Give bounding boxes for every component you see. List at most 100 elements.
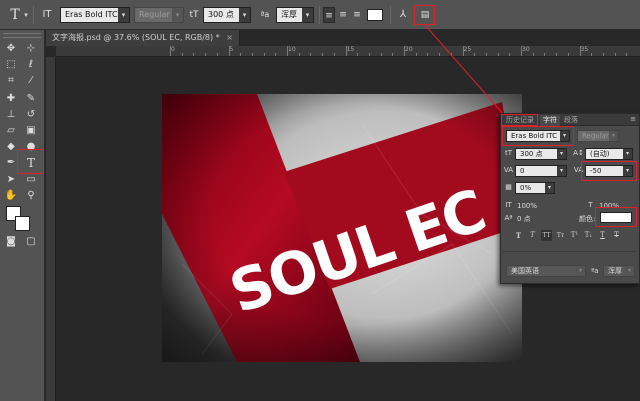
chevron-down-icon: ▾ xyxy=(576,266,585,276)
marquee-tool-icon[interactable]: ⬚ xyxy=(4,58,18,72)
clone-stamp-icon[interactable]: ⊥ xyxy=(4,108,18,122)
chevron-down-icon: ▾ xyxy=(302,8,313,22)
ruler-tick xyxy=(380,53,382,56)
color-label: 颜色: xyxy=(579,215,596,223)
underline-icon[interactable]: T xyxy=(597,230,608,241)
ruler-label: 0 xyxy=(171,46,175,53)
screen-mode-icon[interactable]: ▢ xyxy=(24,235,38,249)
kerning-field[interactable]: 0 ▾ xyxy=(515,165,567,177)
poster-artwork: SOUL EC xyxy=(162,94,522,362)
ruler-tick xyxy=(240,53,242,56)
character-panel: 历史记录 字符 段落 ≡ Eras Bold ITC ▾ Regular ▾ t… xyxy=(500,113,640,284)
divider xyxy=(503,251,637,252)
background-color-swatch[interactable] xyxy=(15,216,30,231)
anti-alias-value: 浑厚 xyxy=(281,10,297,19)
zoom-tool-icon[interactable]: ⚲ xyxy=(24,189,38,203)
rectangle-tool-icon[interactable]: ▭ xyxy=(24,173,38,187)
ruler-tick xyxy=(474,53,476,56)
faux-bold-icon[interactable]: T xyxy=(513,230,524,241)
ruler-tick xyxy=(415,53,417,56)
font-style-value: Regular xyxy=(139,10,170,19)
highlight-color xyxy=(595,207,637,227)
anti-alias-icon: ªa xyxy=(591,267,599,275)
text-orientation-icon[interactable]: IT xyxy=(40,7,54,23)
baseline-shift-icon: Aª xyxy=(504,214,513,222)
baseline-shift-value[interactable]: 0 点 xyxy=(517,214,531,224)
ruler-tick xyxy=(427,53,429,56)
leading-value: (自动) xyxy=(590,150,610,158)
align-right-icon[interactable]: ≡ xyxy=(351,7,363,23)
panel-grip xyxy=(3,33,41,38)
panel-anti-alias-value: 浑厚 xyxy=(608,267,622,275)
font-size-field[interactable]: 300 点 ▾ xyxy=(203,7,251,23)
eraser-tool-icon[interactable]: ▱ xyxy=(4,124,18,138)
ruler-tick xyxy=(322,53,324,56)
text-color-swatch[interactable] xyxy=(367,9,383,21)
artboard-tool-icon[interactable]: ⊹ xyxy=(24,42,38,56)
ruler-tick xyxy=(333,53,335,56)
warp-text-icon[interactable]: ⅄ xyxy=(396,7,410,23)
font-size-icon: tT xyxy=(189,10,199,20)
ruler-tick xyxy=(614,53,616,56)
ruler-tick xyxy=(521,46,522,56)
superscript-icon[interactable]: T¹ xyxy=(569,230,580,241)
ruler-tick xyxy=(579,46,581,56)
ruler-tick xyxy=(404,46,405,56)
ruler-label: 10 xyxy=(288,46,296,53)
panel-anti-alias-select[interactable]: 浑厚 ▾ xyxy=(603,265,635,277)
subscript-icon[interactable]: T₁ xyxy=(583,230,594,241)
crop-tool-icon[interactable]: ⌗ xyxy=(4,74,18,88)
anti-alias-select[interactable]: 浑厚 ▾ xyxy=(276,7,314,23)
language-value: 美国英语 xyxy=(511,267,539,275)
vertical-scale-value[interactable]: 100% xyxy=(517,201,537,211)
ruler-tick xyxy=(216,53,218,56)
pen-tool-icon[interactable]: ✒ xyxy=(4,156,18,170)
chevron-down-icon: ▾ xyxy=(557,166,566,176)
type-tool-icon[interactable]: T xyxy=(8,7,22,23)
ruler-tick xyxy=(462,46,464,56)
path-selection-icon[interactable]: ➤ xyxy=(4,173,18,187)
small-caps-icon[interactable]: Tт xyxy=(555,230,566,241)
vertical-ruler xyxy=(46,57,56,401)
panel-font-size-field[interactable]: 300 点 ▾ xyxy=(515,148,567,160)
quick-mask-icon[interactable]: ◙ xyxy=(4,235,18,249)
ruler-tick xyxy=(567,53,569,56)
document-tab-title: 文字海报.psd @ 37.6% (SOUL EC, RGB/8) * xyxy=(52,33,220,42)
tab-paragraph[interactable]: 段落 xyxy=(561,115,581,126)
hand-tool-icon[interactable]: ✋ xyxy=(4,189,18,203)
faux-italic-icon[interactable]: T xyxy=(527,230,538,241)
ruler-label: 30 xyxy=(522,46,530,53)
align-center-icon[interactable]: ≡ xyxy=(337,7,349,23)
move-tool-icon[interactable]: ✥ xyxy=(4,42,18,56)
ruler-label: 5 xyxy=(229,46,234,53)
align-left-icon[interactable]: ≡ xyxy=(323,7,335,23)
panel-font-style-select[interactable]: Regular ▾ xyxy=(577,130,619,142)
gradient-tool-icon[interactable]: ▣ xyxy=(24,124,38,138)
all-caps-icon[interactable]: TT xyxy=(541,230,552,241)
tsume-value: 0% xyxy=(520,184,532,192)
panel-menu-icon[interactable]: ≡ xyxy=(630,115,636,123)
lasso-tool-icon[interactable]: ℓ xyxy=(24,58,38,72)
font-size-value: 300 点 xyxy=(208,10,234,19)
blur-tool-icon[interactable]: ◆ xyxy=(4,140,18,154)
healing-brush-icon[interactable]: ✚ xyxy=(4,92,18,106)
ruler-tick xyxy=(275,53,277,56)
language-select[interactable]: 美国英语 ▾ xyxy=(506,265,586,277)
ruler-tick xyxy=(509,53,511,56)
brush-tool-icon[interactable]: ✎ xyxy=(24,92,38,106)
ruler-tick xyxy=(287,46,288,56)
ruler-tick xyxy=(450,53,452,56)
panel-font-size-value: 300 点 xyxy=(520,150,543,158)
font-family-select[interactable]: Eras Bold ITC ▾ xyxy=(60,7,130,23)
font-style-select[interactable]: Regular ▾ xyxy=(134,7,184,23)
tool-preset-chevron-down-icon[interactable]: ▾ xyxy=(22,7,30,23)
leading-field[interactable]: (自动) ▾ xyxy=(585,148,633,160)
document-tab[interactable]: 文字海报.psd @ 37.6% (SOUL EC, RGB/8) * × xyxy=(46,30,240,46)
strikethrough-icon[interactable]: T xyxy=(611,230,622,241)
close-icon[interactable]: × xyxy=(226,33,233,42)
eyedropper-tool-icon[interactable]: ⁄ xyxy=(24,74,38,88)
ruler-tick xyxy=(251,53,253,56)
tsume-field[interactable]: 0% ▾ xyxy=(515,182,555,194)
tab-character[interactable]: 字符 xyxy=(540,115,560,126)
history-brush-icon[interactable]: ↺ xyxy=(24,108,38,122)
